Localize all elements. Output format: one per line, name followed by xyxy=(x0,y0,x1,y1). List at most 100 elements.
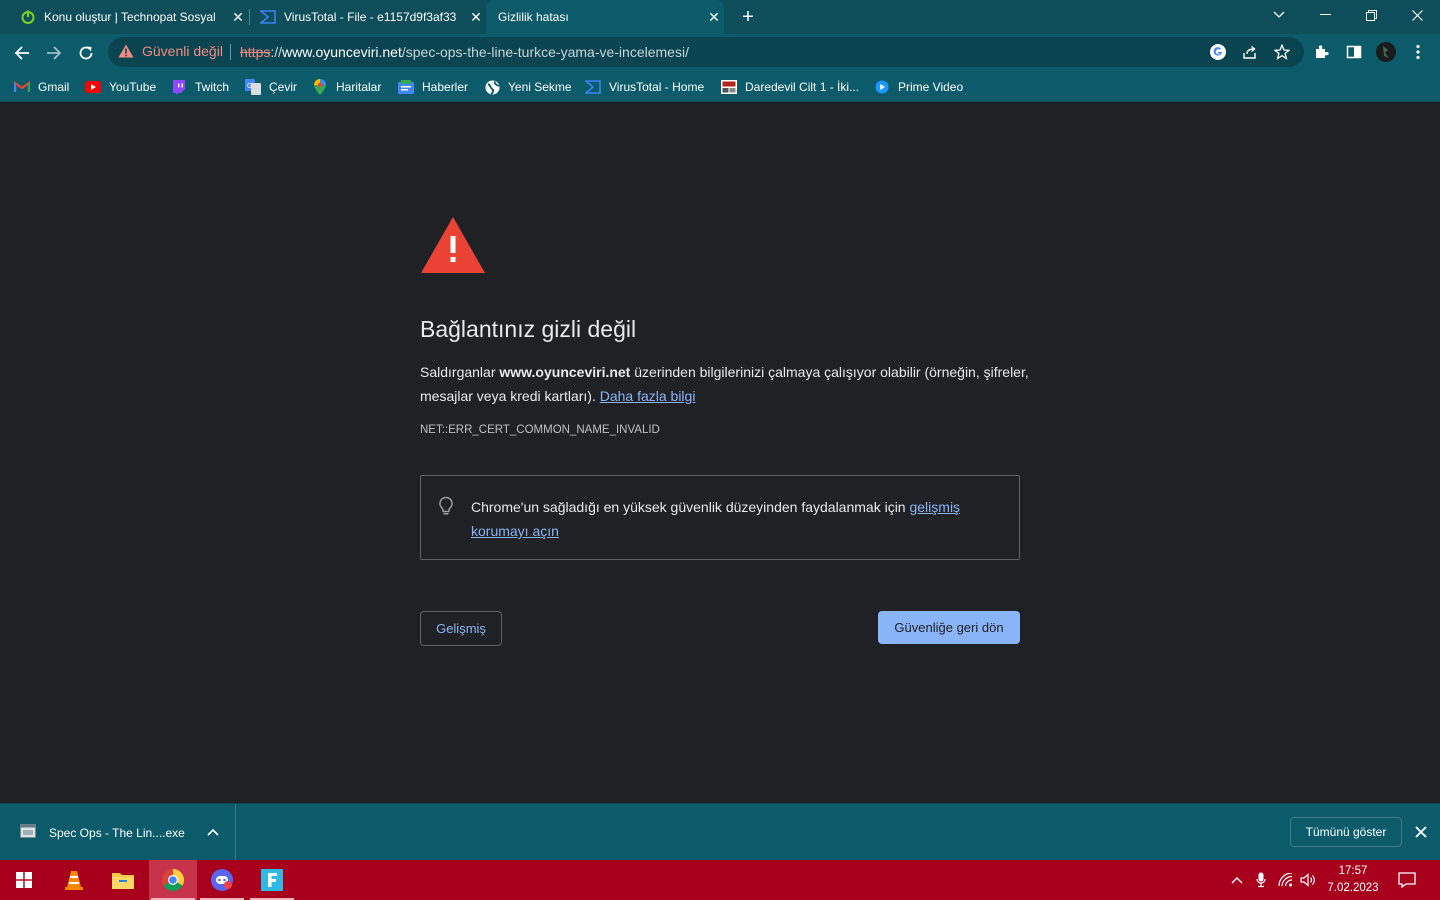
error-code: NET::ERR_CERT_COMMON_NAME_INVALID xyxy=(420,424,660,436)
close-icon[interactable]: ✕ xyxy=(704,7,724,27)
page-title: Bağlantınız gizli değil xyxy=(420,316,637,342)
bookmark-label: Haritalar xyxy=(336,80,382,94)
comic-icon xyxy=(721,79,737,95)
restore-button[interactable] xyxy=(1348,0,1394,30)
lightbulb-icon xyxy=(439,496,453,515)
tab-strip: Konu oluştur | Technopat Sosyal ✕ VirusT… xyxy=(0,0,1440,34)
enhanced-protection-label: Chrome'un sağladığı en yüksek güvenlik d… xyxy=(471,499,910,515)
back-button[interactable] xyxy=(8,39,36,67)
url-separator: :// xyxy=(270,44,283,60)
warning-icon xyxy=(118,44,134,58)
file-explorer-icon xyxy=(112,873,134,889)
close-icon[interactable]: ✕ xyxy=(228,7,248,27)
bookmark-label: YouTube xyxy=(109,80,157,94)
extensions-icon[interactable] xyxy=(1311,41,1333,63)
vlc-icon xyxy=(65,871,83,890)
bookmark-youtube[interactable]: YouTube xyxy=(85,76,156,98)
bookmark-gmail[interactable]: Gmail xyxy=(14,76,69,98)
microphone-icon[interactable] xyxy=(1251,870,1271,890)
arrow-right-icon xyxy=(47,46,62,60)
tab-divider xyxy=(249,9,250,25)
reload-button[interactable] xyxy=(72,39,100,67)
url-host: www.oyunceviri.net xyxy=(282,44,402,60)
profile-avatar[interactable] xyxy=(1375,41,1397,63)
bookmark-news[interactable]: Haberler xyxy=(398,76,468,98)
bookmark-virustotal[interactable]: VirusTotal - Home xyxy=(585,76,704,98)
notification-icon[interactable] xyxy=(1397,870,1417,890)
bookmark-label: Twitch xyxy=(195,80,230,94)
share-icon[interactable] xyxy=(1239,41,1261,63)
bookmark-twitch[interactable]: Twitch xyxy=(171,76,229,98)
bookmark-star-icon[interactable] xyxy=(1271,41,1293,63)
bookmark-daredevil[interactable]: Daredevil Cilt 1 - İki... xyxy=(721,76,859,98)
youtube-icon xyxy=(85,79,101,95)
omnibox-divider xyxy=(230,44,231,60)
url-text[interactable]: https://www.oyunceviri.net/spec-ops-the-… xyxy=(240,44,689,60)
arrow-left-icon xyxy=(14,46,29,60)
enhanced-protection-box: Chrome'un sağladığı en yüksek güvenlik d… xyxy=(420,475,1020,560)
chevron-up-icon[interactable] xyxy=(204,823,222,841)
taskbar-f-app[interactable] xyxy=(248,860,296,900)
back-to-safety-button[interactable]: Güvenliğe geri dön xyxy=(878,611,1020,644)
globe-icon xyxy=(484,79,500,95)
minimize-button[interactable] xyxy=(1302,0,1348,30)
tab-privacy-error[interactable]: Gizlilik hatası ✕ xyxy=(486,0,724,34)
bookmark-label: Prime Video xyxy=(898,80,964,94)
windows-taskbar: 17:57 7.02.2023 xyxy=(0,860,1440,900)
close-window-button[interactable] xyxy=(1394,0,1440,30)
taskbar-file-explorer[interactable] xyxy=(99,860,147,900)
close-icon xyxy=(1411,9,1423,21)
download-item[interactable]: Spec Ops - The Lin....exe xyxy=(0,804,236,861)
learn-more-link[interactable]: Daha fazla bilgi xyxy=(600,388,696,404)
tab-virustotal[interactable]: VirusTotal - File - e1157d9f3af33 ✕ xyxy=(252,0,486,34)
download-file-name: Spec Ops - The Lin....exe xyxy=(49,826,185,840)
chrome-icon xyxy=(162,869,184,891)
taskbar-chrome[interactable] xyxy=(149,860,197,900)
taskbar-vlc[interactable] xyxy=(50,860,98,900)
wifi-icon[interactable] xyxy=(1275,870,1295,890)
svg-text:G: G xyxy=(247,83,252,90)
f-app-icon xyxy=(261,869,283,891)
download-shelf: Spec Ops - The Lin....exe Tümünü göster xyxy=(0,803,1440,861)
forward-button[interactable] xyxy=(40,39,68,67)
new-tab-button[interactable]: + xyxy=(736,6,760,28)
tab-technopat[interactable]: Konu oluştur | Technopat Sosyal ✕ xyxy=(12,0,248,34)
side-panel-icon[interactable] xyxy=(1343,41,1365,63)
system-clock[interactable]: 17:57 7.02.2023 xyxy=(1322,863,1384,897)
reload-icon xyxy=(79,46,93,60)
speaker-icon[interactable] xyxy=(1298,870,1318,890)
bookmark-translate[interactable]: G Çevir xyxy=(245,76,297,98)
show-all-downloads-button[interactable]: Tümünü göster xyxy=(1290,817,1402,847)
discord-icon xyxy=(211,869,233,891)
toolbar: Güvenli değil https://www.oyunceviri.net… xyxy=(0,34,1440,71)
close-icon[interactable]: ✕ xyxy=(466,7,486,27)
advanced-button[interactable]: Gelişmiş xyxy=(420,611,502,646)
bookmark-maps[interactable]: Haritalar xyxy=(312,76,381,98)
google-lens-icon[interactable] xyxy=(1207,41,1229,63)
clock-date: 7.02.2023 xyxy=(1327,882,1379,894)
url-scheme: https xyxy=(240,44,271,60)
power-icon xyxy=(21,10,35,24)
chevron-up-icon[interactable] xyxy=(1227,870,1247,890)
bookmark-label: Haberler xyxy=(422,80,469,94)
exe-file-icon xyxy=(20,824,36,838)
menu-kebab-icon[interactable] xyxy=(1407,41,1429,63)
bookmark-new-tab[interactable]: Yeni Sekme xyxy=(484,76,572,98)
chevron-down-icon xyxy=(1273,11,1285,18)
security-label: Güvenli değil xyxy=(142,43,223,59)
address-bar[interactable]: Güvenli değil https://www.oyunceviri.net… xyxy=(108,37,1304,67)
bookmark-label: Çevir xyxy=(269,80,298,94)
start-button[interactable] xyxy=(0,860,48,900)
twitch-icon xyxy=(171,79,187,95)
security-indicator[interactable]: Güvenli değil xyxy=(118,43,223,59)
bookmark-prime-video[interactable]: Prime Video xyxy=(874,76,963,98)
news-icon xyxy=(398,79,414,95)
tab-search-button[interactable] xyxy=(1256,0,1302,30)
close-icon[interactable] xyxy=(1411,822,1431,842)
description-prefix: Saldırganlar xyxy=(420,364,500,380)
taskbar-discord[interactable] xyxy=(198,860,246,900)
error-description: Saldırganlar www.oyunceviri.net üzerinde… xyxy=(420,360,1030,408)
warning-triangle-icon xyxy=(421,217,485,273)
bookmark-label: VirusTotal - Home xyxy=(609,80,705,94)
error-page: Bağlantınız gizli değil Saldırganlar www… xyxy=(0,102,1440,803)
